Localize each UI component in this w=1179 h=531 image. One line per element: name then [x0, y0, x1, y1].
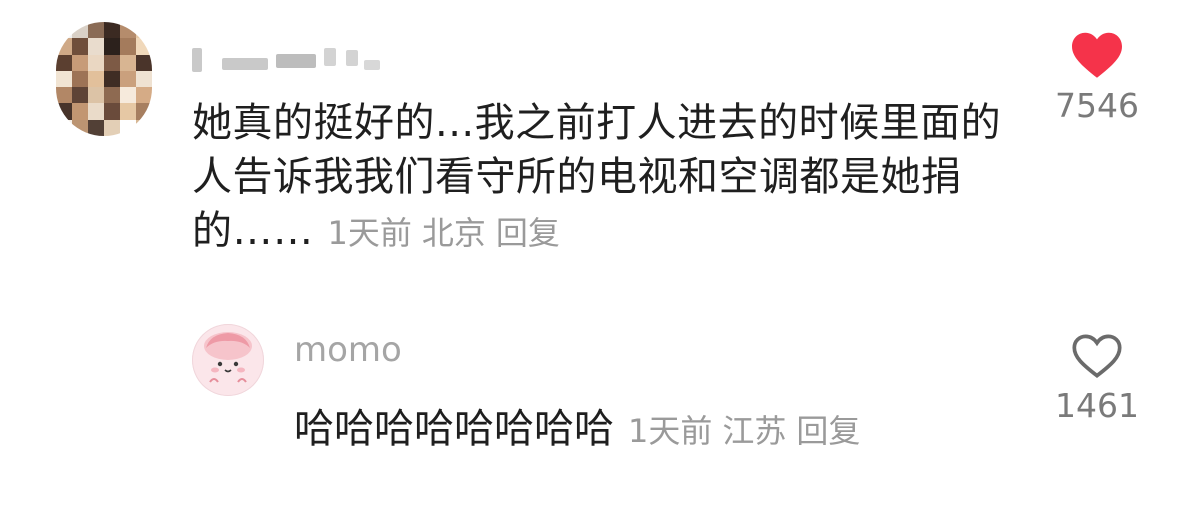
reply-avatar[interactable]	[192, 324, 264, 396]
reply-like-count: 1461	[1055, 386, 1139, 425]
reply-meta: 1天前 江苏 回复	[628, 412, 870, 450]
reply-body: 哈哈哈哈哈哈哈哈	[294, 406, 614, 452]
like-count: 7546	[1055, 86, 1139, 125]
cartoon-avatar-icon	[204, 332, 252, 383]
username-blurred[interactable]	[192, 44, 382, 72]
heart-filled-icon[interactable]	[1069, 30, 1125, 80]
reply-button[interactable]: 回复	[496, 214, 560, 252]
heart-outline-icon[interactable]	[1070, 332, 1124, 380]
reply-like-control: 1461	[1047, 332, 1147, 425]
reply-location: 江苏	[722, 412, 787, 450]
user-avatar[interactable]	[56, 22, 152, 136]
reply-reply-button[interactable]: 回复	[796, 412, 860, 450]
reply-text: 哈哈哈哈哈哈哈哈 1天前 江苏 回复	[294, 396, 870, 454]
comment-location: 北京	[421, 214, 486, 252]
reply-username[interactable]: momo	[294, 330, 402, 370]
like-control: 7546	[1047, 30, 1147, 125]
comment-meta: 1天前 北京 回复	[328, 214, 570, 252]
comment-time: 1天前	[327, 214, 412, 252]
comment-body: 她真的挺好的...我之前打人进去的时候里面的人告诉我我们看守所的电视和空调都是她…	[192, 100, 1002, 254]
comment-text: 她真的挺好的...我之前打人进去的时候里面的人告诉我我们看守所的电视和空调都是她…	[192, 96, 1032, 260]
reply-time: 1天前	[628, 412, 713, 450]
